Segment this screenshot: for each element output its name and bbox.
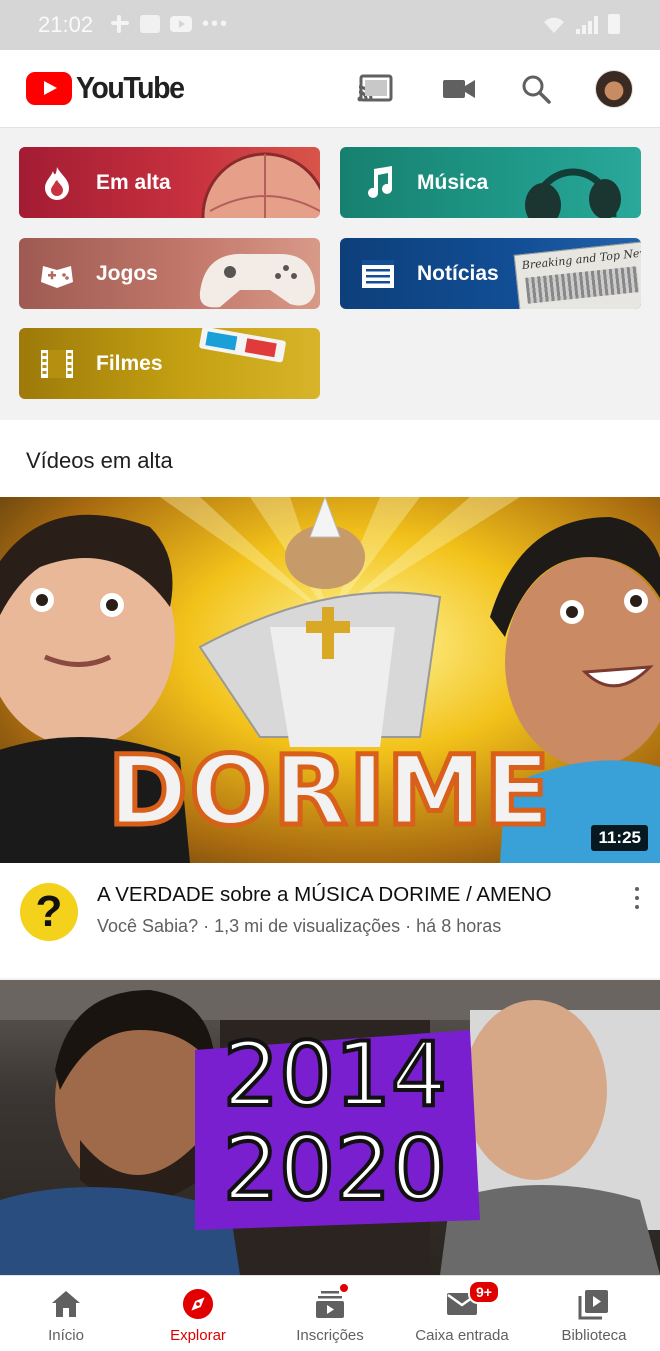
category-label: Filmes [96,351,163,375]
nav-explore[interactable]: Explorar [132,1276,264,1351]
nav-label: Biblioteca [561,1327,627,1344]
wifi-icon [544,17,564,33]
bottom-navigation: Início Explorar Inscrições 9+ Caixa entr… [0,1275,660,1351]
status-icons-left: ••• [110,14,229,34]
category-trending[interactable]: Em alta [19,147,320,218]
channel-avatar[interactable]: ? [20,883,78,941]
video-subtitle: Você Sabia? · 1,3 mi de visualizações · … [97,916,502,936]
video-duration: 11:25 [591,825,648,851]
category-gaming[interactable]: Jogos [19,238,320,309]
cast-icon [357,74,393,102]
video-camera-icon [443,80,475,98]
controller-decoration [199,253,315,308]
library-icon [578,1290,608,1320]
more-icon: ••• [202,13,230,35]
nav-label: Início [48,1327,84,1344]
video-thumbnail[interactable]: 2014 2020 [0,980,660,1275]
more-options-icon[interactable] [628,883,646,913]
nav-label: Explorar [170,1327,226,1344]
youtube-logo[interactable]: YouTube [26,70,193,106]
trending-icon [45,167,69,200]
status-icons-right [542,14,620,34]
gallery-icon [140,15,160,33]
globe-decoration [201,152,320,218]
video-title[interactable]: A VERDADE sobre a MÚSICA DORIME / AMENO [97,883,552,907]
category-label: Notícias [417,261,499,285]
section-title: Vídeos em alta [26,448,173,473]
newspaper-decoration: Breaking and Top News [513,241,641,309]
status-time: 21:02 [38,12,94,37]
thumbnail-year-start: 2014 [221,1023,449,1126]
channel-avatar-glyph: ? [35,887,63,936]
nav-subscriptions[interactable]: Inscrições [264,1276,396,1351]
category-label: Música [417,170,489,194]
youtube-status-icon [170,16,192,32]
nav-label: Caixa entrada [415,1327,509,1344]
category-movies[interactable]: Filmes [19,328,320,399]
notification-badge: 9+ [468,1280,500,1304]
brand-name: YouTube [76,70,185,105]
account-avatar[interactable] [595,70,633,108]
nav-label: Inscrições [296,1327,364,1344]
category-news[interactable]: Breaking and Top News Notícias [340,238,641,309]
news-icon [362,260,394,288]
signal-icon [576,16,598,34]
explore-categories: Em alta Música Jogos Breaking and Top Ne… [0,128,660,418]
gamepad-icon [41,266,73,288]
upload-video-button[interactable] [438,68,480,110]
music-note-icon [368,166,392,198]
slack-icon [111,15,129,33]
search-button[interactable] [515,68,557,110]
thumbnail-year-end: 2020 [221,1117,449,1220]
nav-library[interactable]: Biblioteca [528,1276,660,1351]
headphones-decoration [525,168,621,218]
app-bar: YouTube [0,50,660,128]
battery-icon [608,14,620,34]
nav-inbox[interactable]: 9+ Caixa entrada [396,1276,528,1351]
video-thumbnail[interactable]: DORIME 11:25 [0,497,660,863]
video-meta[interactable]: ? A VERDADE sobre a MÚSICA DORIME / AMEN… [0,863,660,978]
3d-glasses-decoration [199,328,286,363]
category-music[interactable]: Música [340,147,641,218]
explore-compass-icon [182,1288,214,1320]
category-label: Jogos [96,261,158,285]
new-content-dot [338,1282,350,1294]
home-icon [52,1291,80,1317]
search-icon [522,75,551,104]
youtube-logo-icon [26,71,72,105]
subscriptions-icon [316,1291,344,1318]
category-label: Em alta [96,170,171,194]
cast-button[interactable] [354,68,396,110]
status-bar: 21:02 ••• [0,0,660,50]
thumbnail-title-text: DORIME [105,733,553,850]
nav-home[interactable]: Início [0,1276,132,1351]
film-icon [41,350,73,378]
section-header: Vídeos em alta [0,420,660,497]
